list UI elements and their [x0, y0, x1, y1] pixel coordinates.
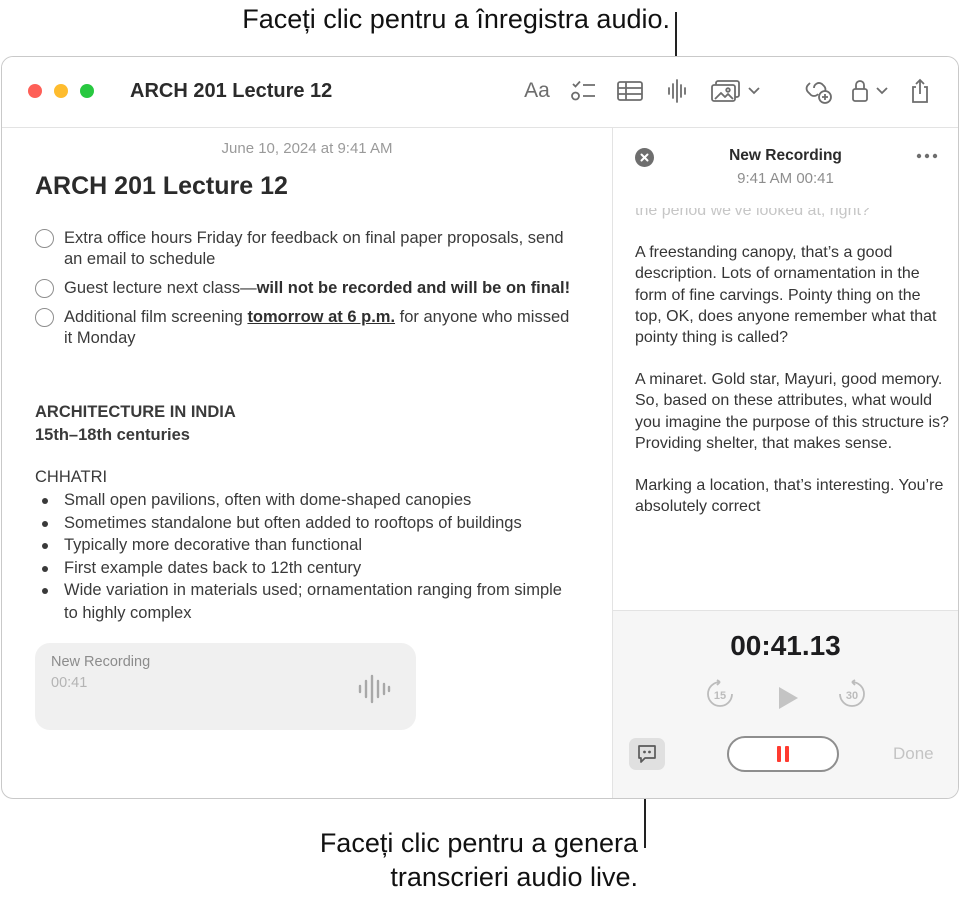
note-title: ARCH 201 Lecture 12 [35, 172, 288, 200]
checklist-item-text: Extra office hours Friday for feedback o… [64, 229, 564, 268]
section-heading: ARCHITECTURE IN INDIA 15th–18th centurie… [35, 401, 236, 447]
table-icon [617, 81, 643, 101]
chevron-down-icon [876, 87, 888, 95]
record-audio-button[interactable] [665, 76, 691, 106]
recording-panel: New Recording 9:41 AM 00:41 the period w… [612, 128, 958, 798]
lock-icon [852, 80, 868, 102]
checklist-icon [571, 80, 595, 101]
skip-forward-label: 30 [846, 690, 858, 702]
transcript-quote-icon [638, 745, 656, 763]
checklist-item: Guest lecture next class—will not be rec… [35, 278, 575, 299]
callout-line: transcrieri audio live. [390, 862, 638, 892]
checkbox-circle[interactable] [35, 308, 54, 327]
skip-back-15-icon[interactable]: 15 [705, 679, 735, 709]
recording-timer: 00:41.13 [730, 630, 841, 661]
checkbox-circle[interactable] [35, 229, 54, 248]
recording-card-title: New Recording [51, 654, 151, 670]
live-transcript: the period we’ve looked at, right? A fre… [635, 208, 949, 608]
minimize-window-button[interactable] [54, 84, 68, 98]
media-button[interactable] [710, 76, 762, 106]
chevron-down-icon [748, 87, 760, 95]
note-editor[interactable]: June 10, 2024 at 9:41 AM ARCH 201 Lectur… [2, 128, 612, 798]
more-options-icon[interactable] [916, 153, 938, 159]
bullet-item: Sometimes standalone but often added to … [35, 512, 580, 535]
audio-waveform-icon [668, 79, 686, 103]
collaborate-button[interactable] [804, 76, 834, 106]
checkbox-circle[interactable] [35, 279, 54, 298]
format-button[interactable]: Aa [522, 76, 552, 106]
live-transcript-button[interactable] [629, 738, 665, 770]
audio-waveform-icon [358, 674, 391, 704]
pause-icon [785, 746, 789, 762]
pause-recording-button[interactable] [727, 736, 839, 772]
checklist-item-bold-text: will not be recorded and will be on fina… [256, 279, 571, 297]
pause-icon [777, 746, 781, 762]
callout-record-audio: Faceți clic pentru a înregistra audio. [242, 4, 670, 34]
recording-title: New Recording [729, 147, 842, 164]
checklist-item: Additional film screening tomorrow at 6 … [35, 307, 575, 349]
transcript-paragraph: A freestanding canopy, that’s a good des… [635, 244, 937, 347]
done-button[interactable]: Done [893, 744, 934, 764]
skip-back-label: 15 [714, 690, 726, 702]
transcript-content: the period we’ve looked at, right? A fre… [635, 208, 949, 538]
share-icon [912, 78, 928, 103]
checklist-button[interactable] [569, 76, 597, 106]
section-heading-line: ARCHITECTURE IN INDIA [35, 403, 236, 421]
checklist-item-text: Guest lecture next class— [64, 279, 257, 297]
checklist-item: Extra office hours Friday for feedback o… [35, 228, 575, 270]
recording-attachment-card[interactable]: New Recording 00:41 [35, 643, 416, 730]
notes-window: ARCH 201 Lecture 12 Aa June 10, 2024 at … [1, 56, 959, 799]
recording-card-duration: 00:41 [51, 675, 88, 691]
lock-note-button[interactable] [848, 76, 892, 106]
playback-controls: 00:41.13 15 30 Done [613, 610, 958, 798]
section-heading-line: 15th–18th centuries [35, 426, 190, 444]
note-date: June 10, 2024 at 9:41 AM [221, 140, 393, 157]
play-icon[interactable] [776, 685, 800, 711]
window-title: ARCH 201 Lecture 12 [130, 80, 333, 102]
table-button[interactable] [615, 76, 645, 106]
bullet-list: Small open pavilions, often with dome-sh… [35, 489, 580, 624]
date-link[interactable]: tomorrow at 6 p.m. [247, 308, 395, 326]
checklist-item-text: Additional film screening [64, 308, 248, 326]
format-icon: Aa [524, 79, 550, 102]
transcript-paragraph: the period we’ve looked at, right? [635, 208, 870, 219]
bullet-item: First example dates back to 12th century [35, 557, 580, 580]
checklist: Extra office hours Friday for feedback o… [35, 228, 575, 357]
bullet-item: Wide variation in materials used; orname… [35, 579, 580, 624]
subsection-label: CHHATRI [35, 468, 108, 486]
bullet-item: Typically more decorative than functiona… [35, 534, 580, 557]
transcript-paragraph: Marking a location, that’s interesting. … [635, 477, 944, 516]
media-icon [711, 80, 740, 102]
callout-line: Faceți clic pentru a genera [319, 828, 638, 858]
skip-forward-30-icon[interactable]: 30 [837, 679, 867, 709]
recording-subtitle: 9:41 AM 00:41 [737, 170, 834, 187]
callout-live-transcript: Faceți clic pentru a genera transcrieri … [240, 826, 638, 894]
bullet-item: Small open pavilions, often with dome-sh… [35, 489, 580, 512]
share-button[interactable] [908, 76, 932, 106]
close-window-button[interactable] [28, 84, 42, 98]
toolbar: ARCH 201 Lecture 12 Aa [2, 57, 958, 128]
zoom-window-button[interactable] [80, 84, 94, 98]
collaborate-icon [805, 82, 832, 104]
transcript-paragraph: A minaret. Gold star, Mayuri, good memor… [635, 371, 949, 452]
